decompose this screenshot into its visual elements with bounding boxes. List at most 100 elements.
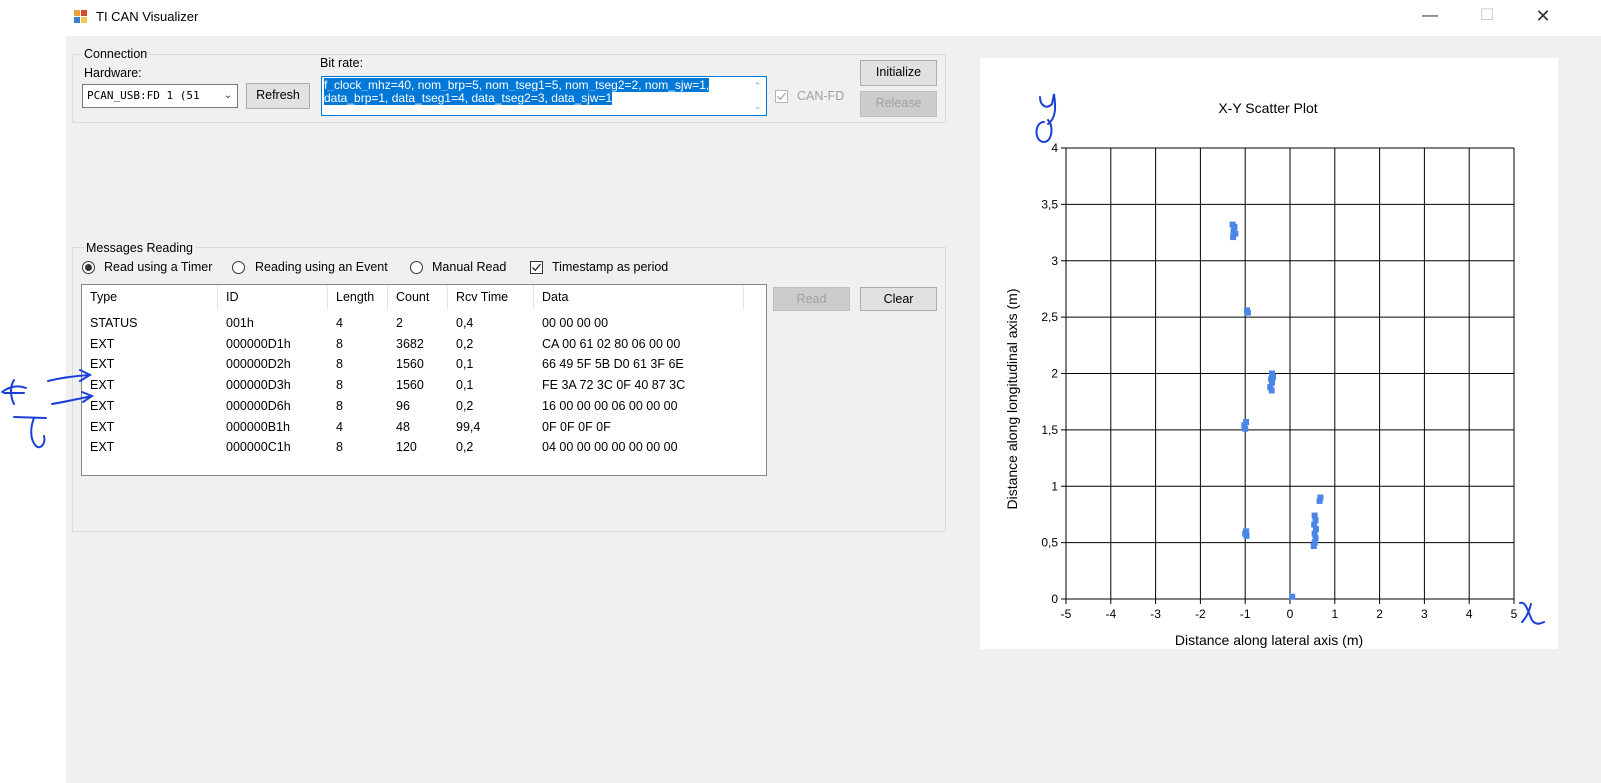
- x-tick-label: 0: [1287, 607, 1294, 621]
- table-cell: 000000D6h: [226, 398, 291, 413]
- y-tick-label: 4: [1051, 141, 1058, 155]
- table-cell: 0,1: [456, 378, 474, 393]
- table-cell: 0F 0F 0F 0F: [542, 419, 611, 434]
- table-cell: 2: [396, 316, 403, 330]
- canfd-label: CAN-FD: [797, 89, 845, 103]
- messages-list[interactable]: Type ID Length Count Rcv Time Data STATU…: [81, 284, 767, 476]
- table-cell: 0,2: [456, 336, 474, 351]
- table-cell: 00 00 00 00: [542, 316, 609, 330]
- x-tick-label: 5: [1511, 607, 1518, 621]
- clear-button[interactable]: Clear: [860, 287, 937, 311]
- radio-manual-read[interactable]: [410, 261, 423, 274]
- table-cell: 4: [336, 419, 343, 434]
- column-header[interactable]: Rcv Time: [448, 285, 534, 310]
- bitrate-label: Bit rate:: [320, 56, 364, 70]
- maximize-icon[interactable]: ☐: [1464, 0, 1510, 32]
- read-button[interactable]: Read: [773, 287, 850, 311]
- scroll-up-icon[interactable]: ⌃: [749, 79, 766, 93]
- x-tick-label: 1: [1331, 607, 1338, 621]
- data-point: [1242, 425, 1249, 432]
- hardware-label: Hardware:: [84, 66, 142, 80]
- radio-read-event[interactable]: [232, 261, 245, 274]
- messages-group-title: Messages Reading: [84, 241, 196, 255]
- radio-read-timer-label: Read using a Timer: [104, 260, 213, 274]
- table-cell: CA 00 61 02 80 06 00 00: [542, 336, 681, 351]
- table-row[interactable]: EXT 000000C1h 8 120 0,2 04 00 00 00 00 00 00 …: [82, 437, 766, 458]
- minimize-icon[interactable]: —: [1407, 0, 1453, 32]
- table-cell: 4: [336, 316, 343, 330]
- release-button[interactable]: Release: [860, 91, 937, 117]
- column-header[interactable]: Count: [388, 285, 448, 310]
- table-row[interactable]: EXT 000000D3h 8 1560 0,1 FE 3A 72 3C 0F 40 87…: [82, 375, 766, 396]
- table-cell: STATUS: [90, 316, 138, 330]
- chevron-down-icon[interactable]: ⌄: [219, 85, 237, 107]
- scroll-down-icon[interactable]: ⌄: [749, 99, 766, 113]
- table-cell: 16 00 00 00 06 00 00 00: [542, 398, 678, 413]
- table-cell: 8: [336, 357, 343, 372]
- client-area: Connection Hardware: PCAN_USB:FD 1 (51 ⌄…: [66, 36, 1601, 783]
- bitrate-scrollbar[interactable]: ⌃ ⌄: [749, 77, 766, 115]
- x-tick-labels: -5 -4 -3 -2 -1 0 1 2 3 4 5: [1061, 607, 1518, 621]
- table-cell: 0,4: [456, 316, 474, 330]
- window-title: TI CAN Visualizer: [96, 9, 199, 24]
- table-cell: 0,2: [456, 440, 474, 455]
- column-header[interactable]: ID: [218, 285, 328, 310]
- table-cell: 120: [396, 440, 417, 455]
- x-tick-label: -1: [1240, 607, 1251, 621]
- refresh-button[interactable]: Refresh: [246, 83, 310, 109]
- y-axis-label: Distance along longitudinal axis (m): [1004, 289, 1020, 510]
- table-cell: 1560: [396, 378, 424, 393]
- data-point: [1316, 497, 1323, 504]
- column-header[interactable]: Data: [534, 285, 744, 310]
- initialize-button[interactable]: Initialize: [860, 60, 937, 86]
- messages-list-header: Type ID Length Count Rcv Time Data: [82, 285, 766, 310]
- y-tick-label: 0: [1051, 592, 1058, 606]
- table-cell: EXT: [90, 357, 115, 372]
- bitrate-line-1: f_clock_mhz=40, nom_brp=5, nom_tseg1=5, …: [324, 78, 710, 92]
- data-point: [1230, 234, 1237, 241]
- radio-read-event-label: Reading using an Event: [255, 260, 388, 274]
- close-icon[interactable]: ✕: [1520, 0, 1566, 32]
- table-cell: 000000D3h: [226, 378, 291, 393]
- timestamp-label: Timestamp as period: [552, 260, 669, 274]
- x-tick-label: -5: [1061, 607, 1072, 621]
- table-cell: 66 49 5F 5B D0 61 3F 6E: [542, 357, 684, 372]
- table-cell: EXT: [90, 336, 115, 351]
- data-point: [1310, 543, 1317, 550]
- table-cell: 8: [336, 378, 343, 393]
- app-icon: [74, 10, 88, 24]
- table-row[interactable]: EXT 000000D2h 8 1560 0,1 66 49 5F 5B D0 61 3F…: [82, 354, 766, 375]
- column-header[interactable]: Length: [328, 285, 388, 310]
- table-cell: 000000D2h: [226, 357, 291, 372]
- table-cell: 8: [336, 398, 343, 413]
- x-tick-label: -4: [1105, 607, 1116, 621]
- table-cell: 1560: [396, 357, 424, 372]
- y-tick-label: 0,5: [1041, 536, 1058, 550]
- y-tick-label: 1,5: [1041, 423, 1058, 437]
- y-tick-label: 2: [1051, 367, 1058, 381]
- canfd-checkbox[interactable]: [775, 90, 788, 103]
- table-cell: 3682: [396, 336, 424, 351]
- radio-read-timer[interactable]: [82, 261, 95, 274]
- connection-group-title: Connection: [82, 47, 150, 61]
- data-point: [1289, 593, 1296, 600]
- chart-grid: [1061, 147, 1515, 604]
- data-point: [1244, 309, 1251, 316]
- data-point: [1268, 387, 1275, 394]
- bitrate-textarea[interactable]: f_clock_mhz=40, nom_brp=5, nom_tseg1=5, …: [321, 76, 767, 116]
- table-row[interactable]: EXT 000000B1h 4 48 99,4 0F 0F 0F 0F: [82, 417, 766, 438]
- hardware-combo[interactable]: PCAN_USB:FD 1 (51 ⌄: [82, 84, 238, 108]
- table-row[interactable]: STATUS 001h 4 2 0,4 00 00 00 00: [82, 313, 766, 334]
- y-tick-labels: 0 0,5 1 1,5 2 2,5 3 3,5 4: [1041, 141, 1058, 606]
- table-row[interactable]: EXT 000000D1h 8 3682 0,2 CA 00 61 02 80 06 00…: [82, 334, 766, 355]
- table-cell: 0,2: [456, 398, 474, 413]
- title-bar: TI CAN Visualizer — ☐ ✕: [66, 0, 1601, 36]
- x-axis-label: Distance along lateral axis (m): [1175, 632, 1363, 648]
- column-header[interactable]: Type: [82, 285, 218, 310]
- timestamp-checkbox[interactable]: [530, 261, 543, 274]
- table-cell: 8: [336, 336, 343, 351]
- chart-title: X-Y Scatter Plot: [1218, 100, 1317, 116]
- y-tick-label: 3: [1051, 254, 1058, 268]
- bitrate-line-2: data_brp=1, data_tseg1=4, data_tseg2=3, …: [324, 91, 613, 105]
- table-row[interactable]: EXT 000000D6h 8 96 0,2 16 00 00 00 06 00 00 0…: [82, 396, 766, 417]
